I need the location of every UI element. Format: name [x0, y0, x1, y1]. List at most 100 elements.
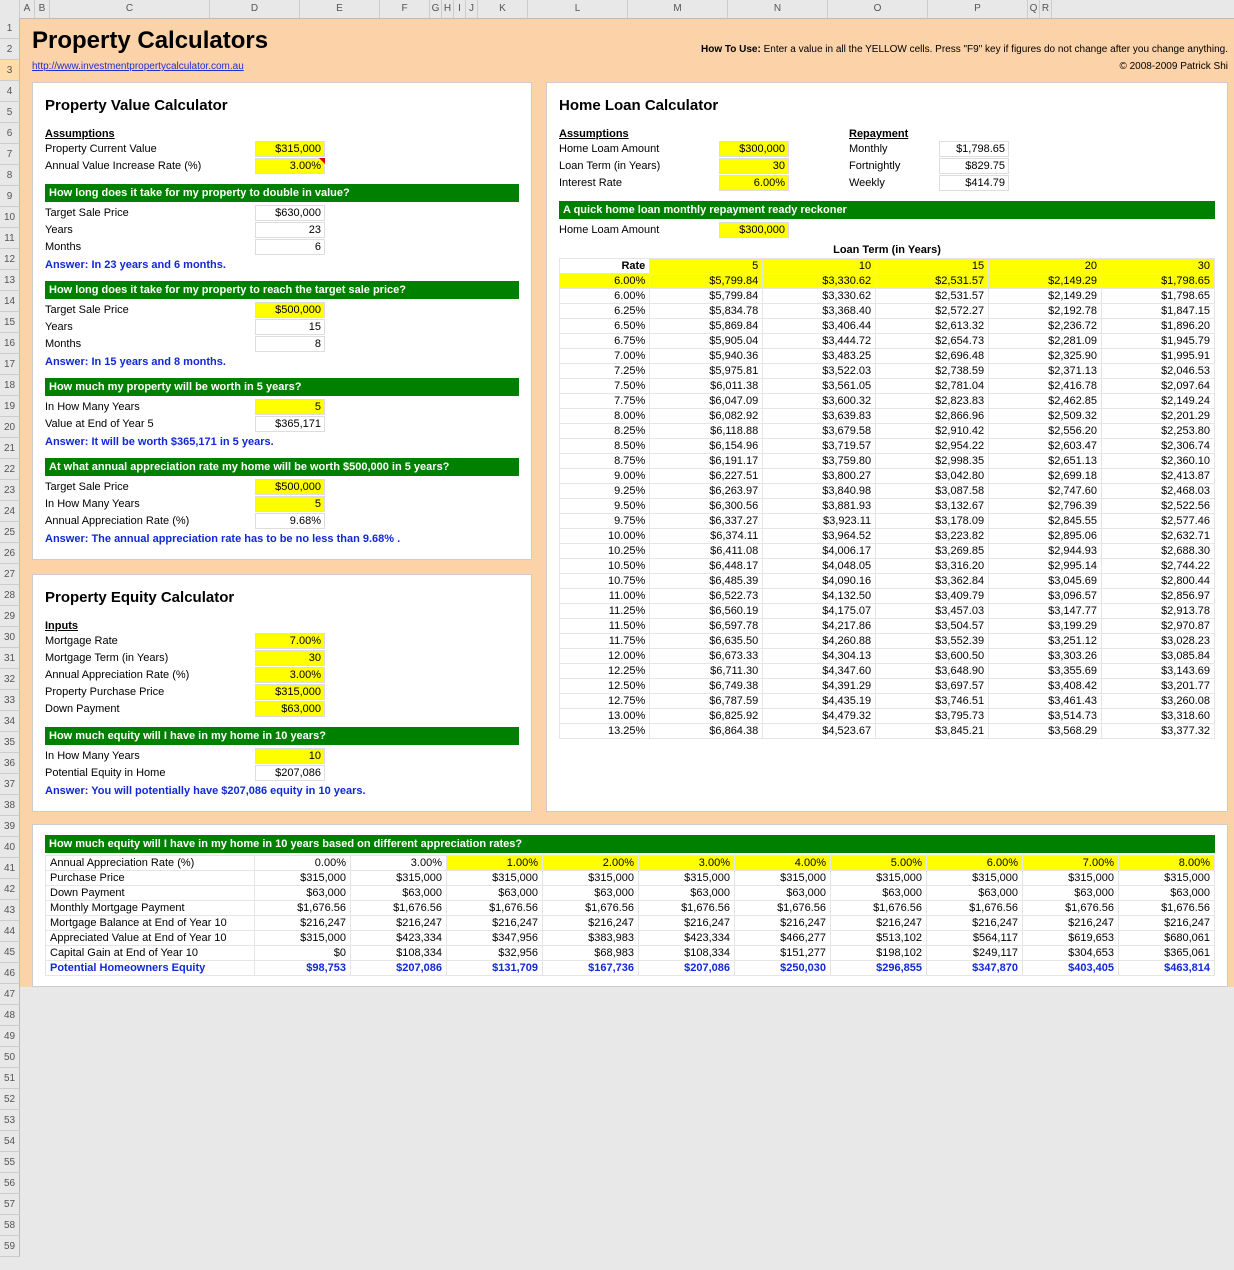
input-cell[interactable]: 30 — [255, 650, 325, 666]
col-header[interactable]: R — [1040, 0, 1052, 18]
row-header[interactable]: 38 — [0, 795, 20, 816]
row-header[interactable]: 56 — [0, 1173, 20, 1194]
input-cell[interactable]: 3.00% — [255, 158, 325, 174]
col-header[interactable]: G — [430, 0, 442, 18]
row-header[interactable]: 11 — [0, 228, 20, 249]
row-header[interactable]: 20 — [0, 417, 20, 438]
row-header[interactable]: 9 — [0, 186, 20, 207]
row-header[interactable]: 31 — [0, 648, 20, 669]
row-header[interactable]: 4 — [0, 81, 20, 102]
row-header[interactable]: 15 — [0, 312, 20, 333]
row-header[interactable]: 43 — [0, 900, 20, 921]
row-header[interactable]: 5 — [0, 102, 20, 123]
row-header[interactable]: 23 — [0, 480, 20, 501]
row-header[interactable]: 47 — [0, 984, 20, 1005]
row-header[interactable]: 40 — [0, 837, 20, 858]
row-header[interactable]: 44 — [0, 921, 20, 942]
row-header[interactable]: 54 — [0, 1131, 20, 1152]
row-header[interactable]: 3 — [0, 60, 20, 81]
row-header[interactable]: 13 — [0, 270, 20, 291]
row-header[interactable]: 42 — [0, 879, 20, 900]
row-header[interactable]: 19 — [0, 396, 20, 417]
row-header[interactable]: 48 — [0, 1005, 20, 1026]
col-header[interactable]: I — [454, 0, 466, 18]
output-cell: 8 — [255, 336, 325, 352]
row-header[interactable]: 36 — [0, 753, 20, 774]
col-header[interactable]: O — [828, 0, 928, 18]
input-cell[interactable]: $500,000 — [255, 302, 325, 318]
input-cell[interactable]: 5 — [255, 399, 325, 415]
row-header[interactable]: 24 — [0, 501, 20, 522]
row-header[interactable]: 1 — [0, 18, 20, 39]
field-label: Monthly — [849, 143, 939, 155]
field-label: Years — [45, 321, 255, 333]
section-bar: How long does it take for my property to… — [45, 281, 519, 299]
col-header[interactable]: H — [442, 0, 454, 18]
row-header[interactable]: 17 — [0, 354, 20, 375]
row-header[interactable]: 53 — [0, 1110, 20, 1131]
col-header[interactable] — [0, 0, 20, 18]
col-header[interactable]: B — [35, 0, 50, 18]
col-header[interactable]: M — [628, 0, 728, 18]
col-header[interactable]: L — [528, 0, 628, 18]
input-cell[interactable]: 3.00% — [255, 667, 325, 683]
col-header[interactable]: N — [728, 0, 828, 18]
row-header[interactable]: 18 — [0, 375, 20, 396]
row-header[interactable]: 50 — [0, 1047, 20, 1068]
col-header[interactable]: E — [300, 0, 380, 18]
col-header[interactable]: P — [928, 0, 1028, 18]
row-header[interactable]: 14 — [0, 291, 20, 312]
reckoner-amount-input[interactable]: $300,000 — [719, 222, 789, 238]
row-header[interactable]: 37 — [0, 774, 20, 795]
row-header[interactable]: 46 — [0, 963, 20, 984]
col-header[interactable]: K — [478, 0, 528, 18]
row-header[interactable]: 26 — [0, 543, 20, 564]
row-header[interactable]: 52 — [0, 1089, 20, 1110]
row-header[interactable]: 49 — [0, 1026, 20, 1047]
row-header[interactable]: 51 — [0, 1068, 20, 1089]
input-cell[interactable]: 30 — [719, 158, 789, 174]
row-header[interactable]: 35 — [0, 732, 20, 753]
row-header[interactable]: 27 — [0, 564, 20, 585]
row-header[interactable]: 45 — [0, 942, 20, 963]
input-cell[interactable]: $315,000 — [255, 684, 325, 700]
col-header[interactable]: C — [50, 0, 210, 18]
input-cell[interactable]: $300,000 — [719, 141, 789, 157]
row-header[interactable]: 7 — [0, 144, 20, 165]
row-header[interactable]: 57 — [0, 1194, 20, 1215]
row-header[interactable]: 59 — [0, 1236, 20, 1257]
input-cell[interactable]: $315,000 — [255, 141, 325, 157]
site-link[interactable]: http://www.investmentpropertycalculator.… — [32, 61, 244, 72]
col-header[interactable]: F — [380, 0, 430, 18]
assumptions-heading: Assumptions — [45, 128, 519, 140]
col-header[interactable]: J — [466, 0, 478, 18]
col-header[interactable]: D — [210, 0, 300, 18]
input-cell[interactable]: 10 — [255, 748, 325, 764]
row-header[interactable]: 28 — [0, 585, 20, 606]
row-header[interactable]: 6 — [0, 123, 20, 144]
row-header[interactable]: 22 — [0, 459, 20, 480]
row-header[interactable]: 10 — [0, 207, 20, 228]
row-header[interactable]: 2 — [0, 39, 20, 60]
col-header[interactable]: A — [20, 0, 35, 18]
col-header[interactable]: Q — [1028, 0, 1040, 18]
row-header[interactable]: 21 — [0, 438, 20, 459]
row-header[interactable]: 58 — [0, 1215, 20, 1236]
row-header[interactable]: 32 — [0, 669, 20, 690]
input-cell[interactable]: 5 — [255, 496, 325, 512]
input-cell[interactable]: $63,000 — [255, 701, 325, 717]
input-cell[interactable]: 7.00% — [255, 633, 325, 649]
row-header[interactable]: 25 — [0, 522, 20, 543]
row-header[interactable]: 12 — [0, 249, 20, 270]
row-header[interactable]: 30 — [0, 627, 20, 648]
row-header[interactable]: 34 — [0, 711, 20, 732]
row-header[interactable]: 39 — [0, 816, 20, 837]
input-cell[interactable]: 6.00% — [719, 175, 789, 191]
row-header[interactable]: 8 — [0, 165, 20, 186]
row-header[interactable]: 16 — [0, 333, 20, 354]
row-header[interactable]: 29 — [0, 606, 20, 627]
row-header[interactable]: 41 — [0, 858, 20, 879]
input-cell[interactable]: $500,000 — [255, 479, 325, 495]
row-header[interactable]: 33 — [0, 690, 20, 711]
row-header[interactable]: 55 — [0, 1152, 20, 1173]
